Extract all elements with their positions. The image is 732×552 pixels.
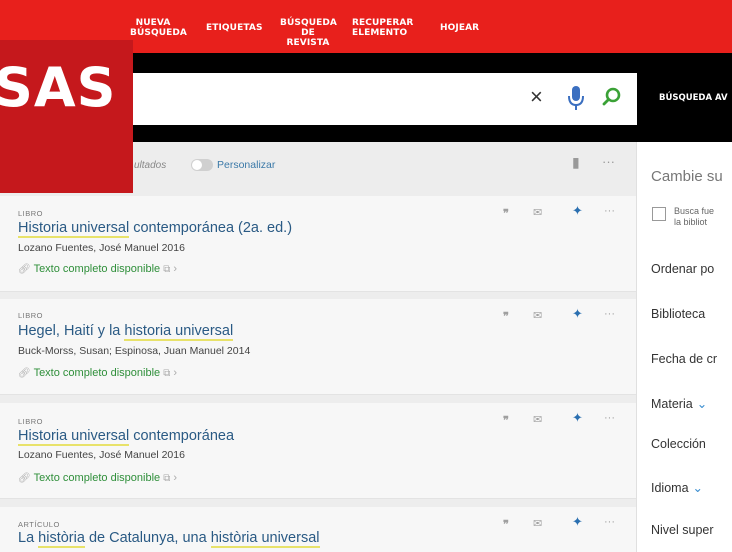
library-scope-label: Busca fue la bibliot — [674, 206, 714, 228]
more-actions-icon[interactable]: ··· — [604, 205, 615, 217]
nav-browse[interactable]: HOJEAR — [440, 23, 479, 33]
fulltext-link[interactable]: 🔗︎ Texto completo disponible ⧉ › — [18, 263, 177, 275]
title-highlight: historia universal — [124, 323, 234, 341]
nav-tags-label: ETIQUETAS — [206, 23, 263, 33]
filter-language-label: Idioma — [651, 481, 689, 495]
result-authors: Lozano Fuentes, José Manuel 2016 — [18, 449, 185, 461]
fulltext-label: Texto completo disponible — [33, 263, 161, 275]
cite-icon[interactable]: ❞ — [503, 310, 509, 323]
nav-retrieve-item-line2: ELEMENTO — [352, 28, 408, 38]
email-icon[interactable]: ✉ — [533, 517, 542, 530]
library-scope-checkbox[interactable] — [652, 207, 666, 221]
toolbar-pin-icon[interactable]: ▮ — [572, 154, 580, 171]
search-input[interactable] — [84, 73, 637, 125]
filter-panel-title: Cambie su — [651, 168, 723, 185]
link-icon: 🔗︎ — [18, 264, 31, 275]
external-link-icon: ⧉ — [163, 368, 171, 379]
library-scope-label-line2: la bibliot — [674, 217, 708, 227]
nav-journal-search[interactable]: BÚSQUEDA DE REVISTA — [280, 18, 337, 48]
chevron-down-icon: ⌄ — [692, 481, 704, 495]
title-highlight: història universal — [210, 530, 320, 548]
microphone-icon[interactable] — [566, 84, 586, 114]
filter-library[interactable]: Biblioteca — [651, 307, 705, 321]
personalize-toggle-knob — [192, 160, 202, 170]
filter-subject[interactable]: Materia ⌄ — [651, 396, 707, 411]
email-icon[interactable]: ✉ — [533, 309, 542, 322]
more-actions-icon[interactable]: ··· — [604, 516, 615, 528]
more-actions-icon[interactable]: ··· — [604, 308, 615, 320]
nav-new-search-line1: NUEVA — [135, 18, 171, 28]
chevron-right-icon: › — [173, 263, 178, 275]
nav-tags[interactable]: ETIQUETAS — [206, 23, 263, 33]
external-link-icon: ⧉ — [163, 473, 171, 484]
advanced-search-link[interactable]: BÚSQUEDA AV — [659, 93, 728, 103]
result-type: LIBRO — [18, 311, 44, 320]
fulltext-link[interactable]: 🔗︎ Texto completo disponible ⧉ › — [18, 472, 177, 484]
fulltext-label: Texto completo disponible — [33, 367, 161, 379]
result-title-link[interactable]: Hegel, Haití y la historia universal — [18, 323, 234, 341]
results-count-label: ultados — [134, 160, 167, 171]
pin-icon[interactable]: ✦ — [572, 514, 583, 530]
chevron-down-icon: ⌄ — [696, 397, 708, 411]
nav-retrieve-item[interactable]: RECUPERAR ELEMENTO — [352, 18, 414, 38]
filter-date-label: Fecha de cr — [651, 352, 718, 366]
result-type: LIBRO — [18, 417, 44, 426]
more-actions-icon[interactable]: ··· — [604, 412, 615, 424]
title-highlight: història — [38, 530, 85, 548]
result-title-link[interactable]: Historia universal contemporánea (2a. ed… — [18, 220, 293, 238]
result-title-link[interactable]: La història de Catalunya, una història u… — [18, 530, 320, 548]
cite-icon[interactable]: ❞ — [503, 207, 509, 220]
nav-new-search[interactable]: NUEVA BÚSQUEDA — [130, 18, 187, 38]
filter-sort[interactable]: Ordenar po — [651, 262, 714, 276]
result-authors: Lozano Fuentes, José Manuel 2016 — [18, 242, 185, 254]
title-text: contemporánea (2a. ed.) — [129, 220, 293, 236]
filter-level-label: Nivel super — [651, 523, 714, 537]
pin-icon[interactable]: ✦ — [572, 410, 583, 426]
result-type: LIBRO — [18, 209, 44, 218]
filter-date[interactable]: Fecha de cr — [651, 352, 717, 366]
filter-collection[interactable]: Colección — [651, 437, 706, 451]
email-icon[interactable]: ✉ — [533, 206, 542, 219]
nav-retrieve-item-line1: RECUPERAR — [352, 18, 414, 28]
link-icon: 🔗︎ — [18, 473, 31, 484]
clear-search-icon[interactable]: × — [530, 85, 543, 109]
link-icon: 🔗︎ — [18, 368, 31, 379]
nav-browse-label: HOJEAR — [440, 23, 480, 33]
result-authors: Buck-Morss, Susan; Espinosa, Juan Manuel… — [18, 345, 251, 357]
nav-journal-search-line2: DE REVISTA — [286, 28, 330, 48]
external-link-icon: ⧉ — [163, 264, 171, 275]
library-scope-label-line1: Busca fue — [674, 206, 715, 216]
overlay-banner-text: SAS — [0, 56, 117, 119]
filter-library-label: Biblioteca — [651, 307, 706, 321]
title-text: contemporánea — [129, 428, 235, 444]
title-text: Hegel, Haití y la — [18, 323, 125, 339]
filter-sort-label: Ordenar po — [651, 262, 715, 276]
personalize-label[interactable]: Personalizar — [217, 159, 275, 171]
chevron-right-icon: › — [173, 367, 178, 379]
nav-new-search-line2: BÚSQUEDA — [130, 28, 187, 38]
result-type: ARTÍCULO — [18, 520, 60, 529]
cite-icon[interactable]: ❞ — [503, 518, 509, 531]
chevron-right-icon: › — [173, 472, 178, 484]
fulltext-label: Texto completo disponible — [33, 472, 161, 484]
nav-journal-search-line1: BÚSQUEDA — [280, 18, 337, 28]
title-text: de Catalunya, una — [84, 530, 211, 546]
filter-collection-label: Colección — [651, 437, 706, 451]
filter-level[interactable]: Nivel super — [651, 523, 714, 537]
filter-language[interactable]: Idioma ⌄ — [651, 480, 703, 495]
result-title-link[interactable]: Historia universal contemporánea — [18, 428, 235, 446]
search-icon[interactable] — [601, 86, 623, 108]
toolbar-more-icon[interactable]: ··· — [602, 154, 615, 169]
title-highlight: Historia universal — [18, 220, 130, 238]
fulltext-link[interactable]: 🔗︎ Texto completo disponible ⧉ › — [18, 367, 177, 379]
filter-subject-label: Materia — [651, 397, 693, 411]
cite-icon[interactable]: ❞ — [503, 414, 509, 427]
title-text: La — [18, 530, 39, 546]
pin-icon[interactable]: ✦ — [572, 203, 583, 219]
email-icon[interactable]: ✉ — [533, 413, 542, 426]
title-highlight: Historia universal — [18, 428, 130, 446]
pin-icon[interactable]: ✦ — [572, 306, 583, 322]
